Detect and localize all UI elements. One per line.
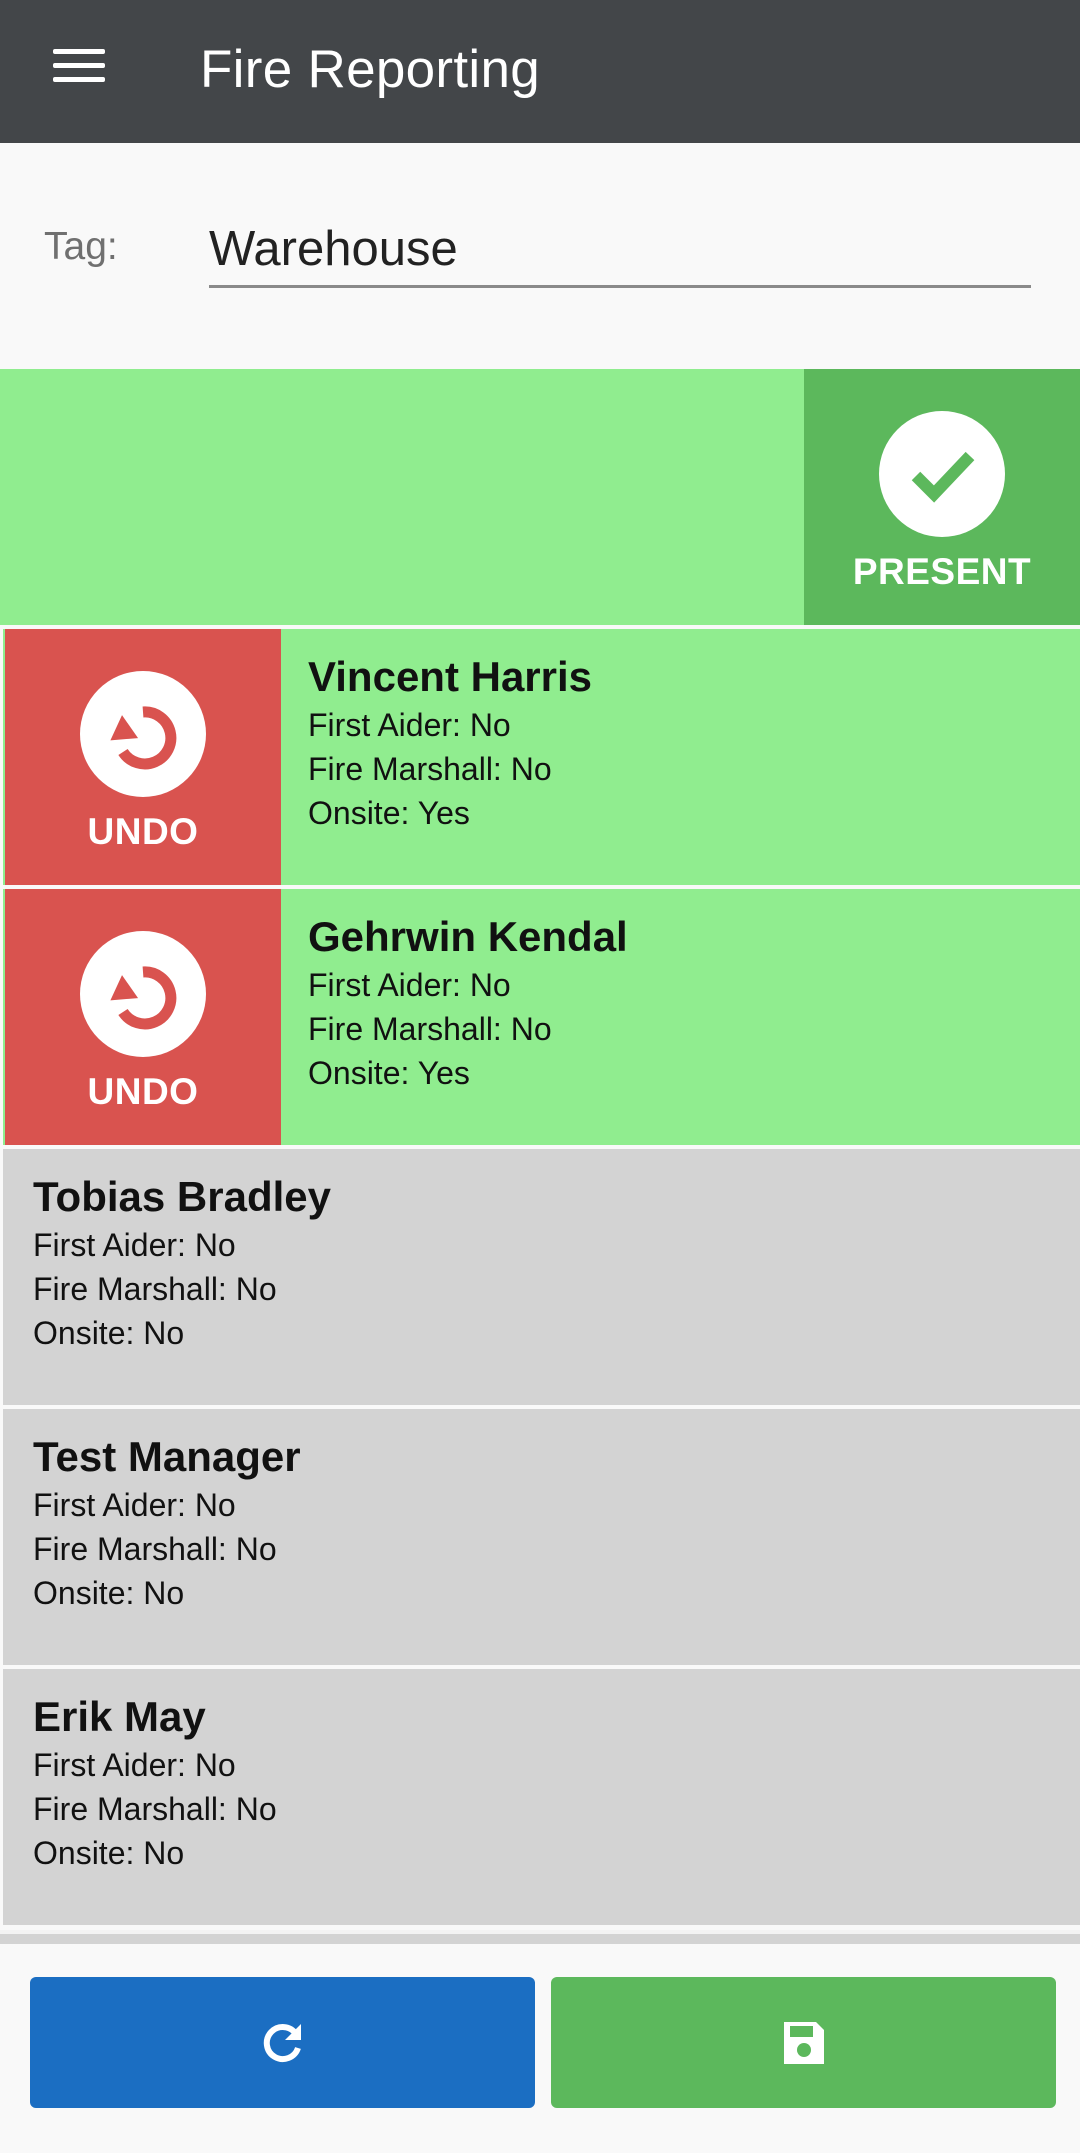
present-label: PRESENT (852, 551, 1032, 592)
onsite: Onsite: No (33, 1575, 185, 1611)
onsite: Onsite: Yes (308, 795, 470, 831)
app-bar: Fire Reporting (0, 0, 1080, 143)
undo-label: UNDO (87, 811, 199, 852)
person-name: Erik May (33, 1693, 206, 1740)
refresh-button[interactable] (30, 1977, 535, 2108)
list-item[interactable]: UNDO Gehrwin Kendal First Aider: No Fire… (3, 889, 1080, 1145)
undo-button[interactable]: UNDO (5, 629, 281, 885)
first-aider: First Aider: No (308, 707, 511, 743)
person-name: Gehrwin Kendal (308, 913, 628, 960)
fire-marshall: Fire Marshall: No (33, 1791, 277, 1827)
refresh-icon (263, 2023, 301, 2062)
bottom-action-bar (0, 1946, 1080, 2153)
list-item[interactable]: Tobias Bradley First Aider: No Fire Mars… (3, 1149, 1080, 1405)
save-icon (783, 2021, 824, 2064)
person-card: Vincent Harris First Aider: No Fire Mars… (308, 629, 592, 885)
undo-icon (80, 671, 206, 797)
undo-icon (80, 931, 206, 1057)
undo-button[interactable]: UNDO (5, 889, 281, 1145)
first-aider: First Aider: No (308, 967, 511, 1003)
page-title: Fire Reporting (200, 40, 541, 99)
person-card: Erik May First Aider: No Fire Marshall: … (33, 1669, 277, 1925)
person-name: Tobias Bradley (33, 1173, 331, 1220)
list-item[interactable]: UNDO Vincent Harris First Aider: No Fire… (3, 629, 1080, 885)
list-item-partial (0, 1930, 1080, 1944)
first-aider: First Aider: No (33, 1487, 236, 1523)
fire-marshall: Fire Marshall: No (308, 1011, 552, 1047)
first-aider: First Aider: No (33, 1227, 236, 1263)
first-aider: First Aider: No (33, 1747, 236, 1783)
tag-label: Tag: (44, 225, 118, 268)
person-card: Test Manager First Aider: No Fire Marsha… (33, 1409, 301, 1665)
tag-input[interactable] (209, 213, 1031, 288)
tag-field-row: Tag: (0, 143, 1080, 369)
person-card: Tobias Bradley First Aider: No Fire Mars… (33, 1149, 331, 1405)
person-card: Gehrwin Kendal First Aider: No Fire Mars… (308, 889, 628, 1145)
onsite: Onsite: No (33, 1835, 185, 1871)
person-name: Test Manager (33, 1433, 301, 1480)
present-button[interactable]: PRESENT (804, 369, 1080, 625)
onsite: Onsite: No (33, 1315, 185, 1351)
onsite: Onsite: Yes (308, 1055, 470, 1091)
undo-label: UNDO (87, 1071, 199, 1112)
menu-icon[interactable] (50, 44, 108, 88)
check-icon (879, 411, 1005, 537)
list-item-swiped[interactable]: tton o PRESENT (0, 369, 1080, 625)
person-name: Vincent Harris (308, 653, 593, 700)
fire-marshall: Fire Marshall: No (33, 1531, 277, 1567)
list-item[interactable]: Erik May First Aider: No Fire Marshall: … (3, 1669, 1080, 1925)
fire-marshall: Fire Marshall: No (308, 751, 552, 787)
save-button[interactable] (551, 1977, 1056, 2108)
list-item[interactable]: Test Manager First Aider: No Fire Marsha… (3, 1409, 1080, 1665)
fire-marshall: Fire Marshall: No (33, 1271, 277, 1307)
